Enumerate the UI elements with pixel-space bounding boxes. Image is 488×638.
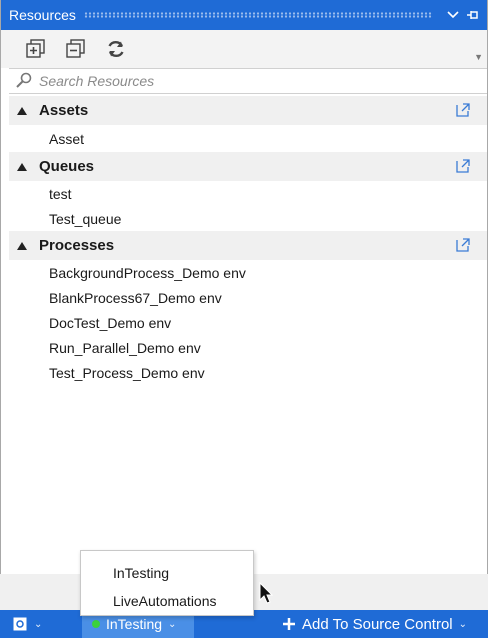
tree-item[interactable]: BackgroundProcess_Demo env (9, 260, 487, 285)
plus-icon (283, 618, 295, 630)
tree-item[interactable]: test (9, 181, 487, 206)
open-external-icon[interactable] (455, 237, 471, 253)
chevron-down-icon: ⌄ (458, 618, 468, 630)
chevron-down-icon[interactable]: ⌄ (34, 619, 42, 630)
section-header-processes[interactable]: Processes (9, 231, 487, 260)
dropdown-chevron-icon[interactable] (443, 5, 463, 25)
toolbar-overflow-icon[interactable]: ▼ (474, 52, 483, 62)
expand-all-icon[interactable] (23, 36, 49, 62)
tree-item[interactable]: BlankProcess67_Demo env (9, 285, 487, 310)
mouse-cursor-icon (259, 582, 274, 604)
search-input[interactable] (33, 73, 487, 89)
panel-titlebar: Resources (1, 0, 487, 30)
menu-item-intesting[interactable]: InTesting (81, 559, 253, 587)
tree-item[interactable]: DocTest_Demo env (9, 310, 487, 335)
panel-title: Resources (9, 7, 76, 23)
environment-label: InTesting (106, 616, 163, 632)
titlebar-grip[interactable] (83, 12, 433, 18)
expand-arrow-icon[interactable] (17, 162, 27, 171)
section-label: Processes (39, 237, 115, 254)
source-control-label: Add To Source Control (302, 615, 453, 633)
open-external-icon[interactable] (455, 102, 471, 118)
search-box (9, 68, 487, 94)
search-icon (15, 72, 33, 91)
tree-item[interactable]: Asset (9, 125, 487, 152)
expand-arrow-icon[interactable] (17, 106, 27, 115)
menu-item-liveautomations[interactable]: LiveAutomations (81, 587, 253, 615)
section-header-queues[interactable]: Queues (9, 152, 487, 181)
section-header-assets[interactable]: Assets (9, 96, 487, 125)
add-to-source-control-button[interactable]: Add To Source Control ⌄ (282, 610, 467, 638)
pin-icon[interactable] (463, 5, 483, 25)
tree-item[interactable]: Test_Process_Demo env (9, 360, 487, 385)
tree-item[interactable]: Test_queue (9, 206, 487, 231)
expand-arrow-icon[interactable] (17, 241, 27, 250)
resource-tree: Assets Asset Queues test Test_queue Proc… (9, 96, 487, 385)
open-external-icon[interactable] (455, 158, 471, 174)
environment-dropdown-menu: InTesting LiveAutomations (80, 550, 254, 616)
status-dot-icon (92, 620, 100, 628)
collapse-all-icon[interactable] (63, 36, 89, 62)
panel-toolbar: ▼ (1, 30, 487, 68)
refresh-icon[interactable] (103, 36, 129, 62)
section-label: Queues (39, 158, 95, 175)
chevron-down-icon: ⌄ (168, 618, 177, 630)
tree-item[interactable]: Run_Parallel_Demo env (9, 335, 487, 360)
resources-panel: Resources ▼ Assets (0, 0, 488, 574)
section-label: Assets (39, 102, 89, 119)
